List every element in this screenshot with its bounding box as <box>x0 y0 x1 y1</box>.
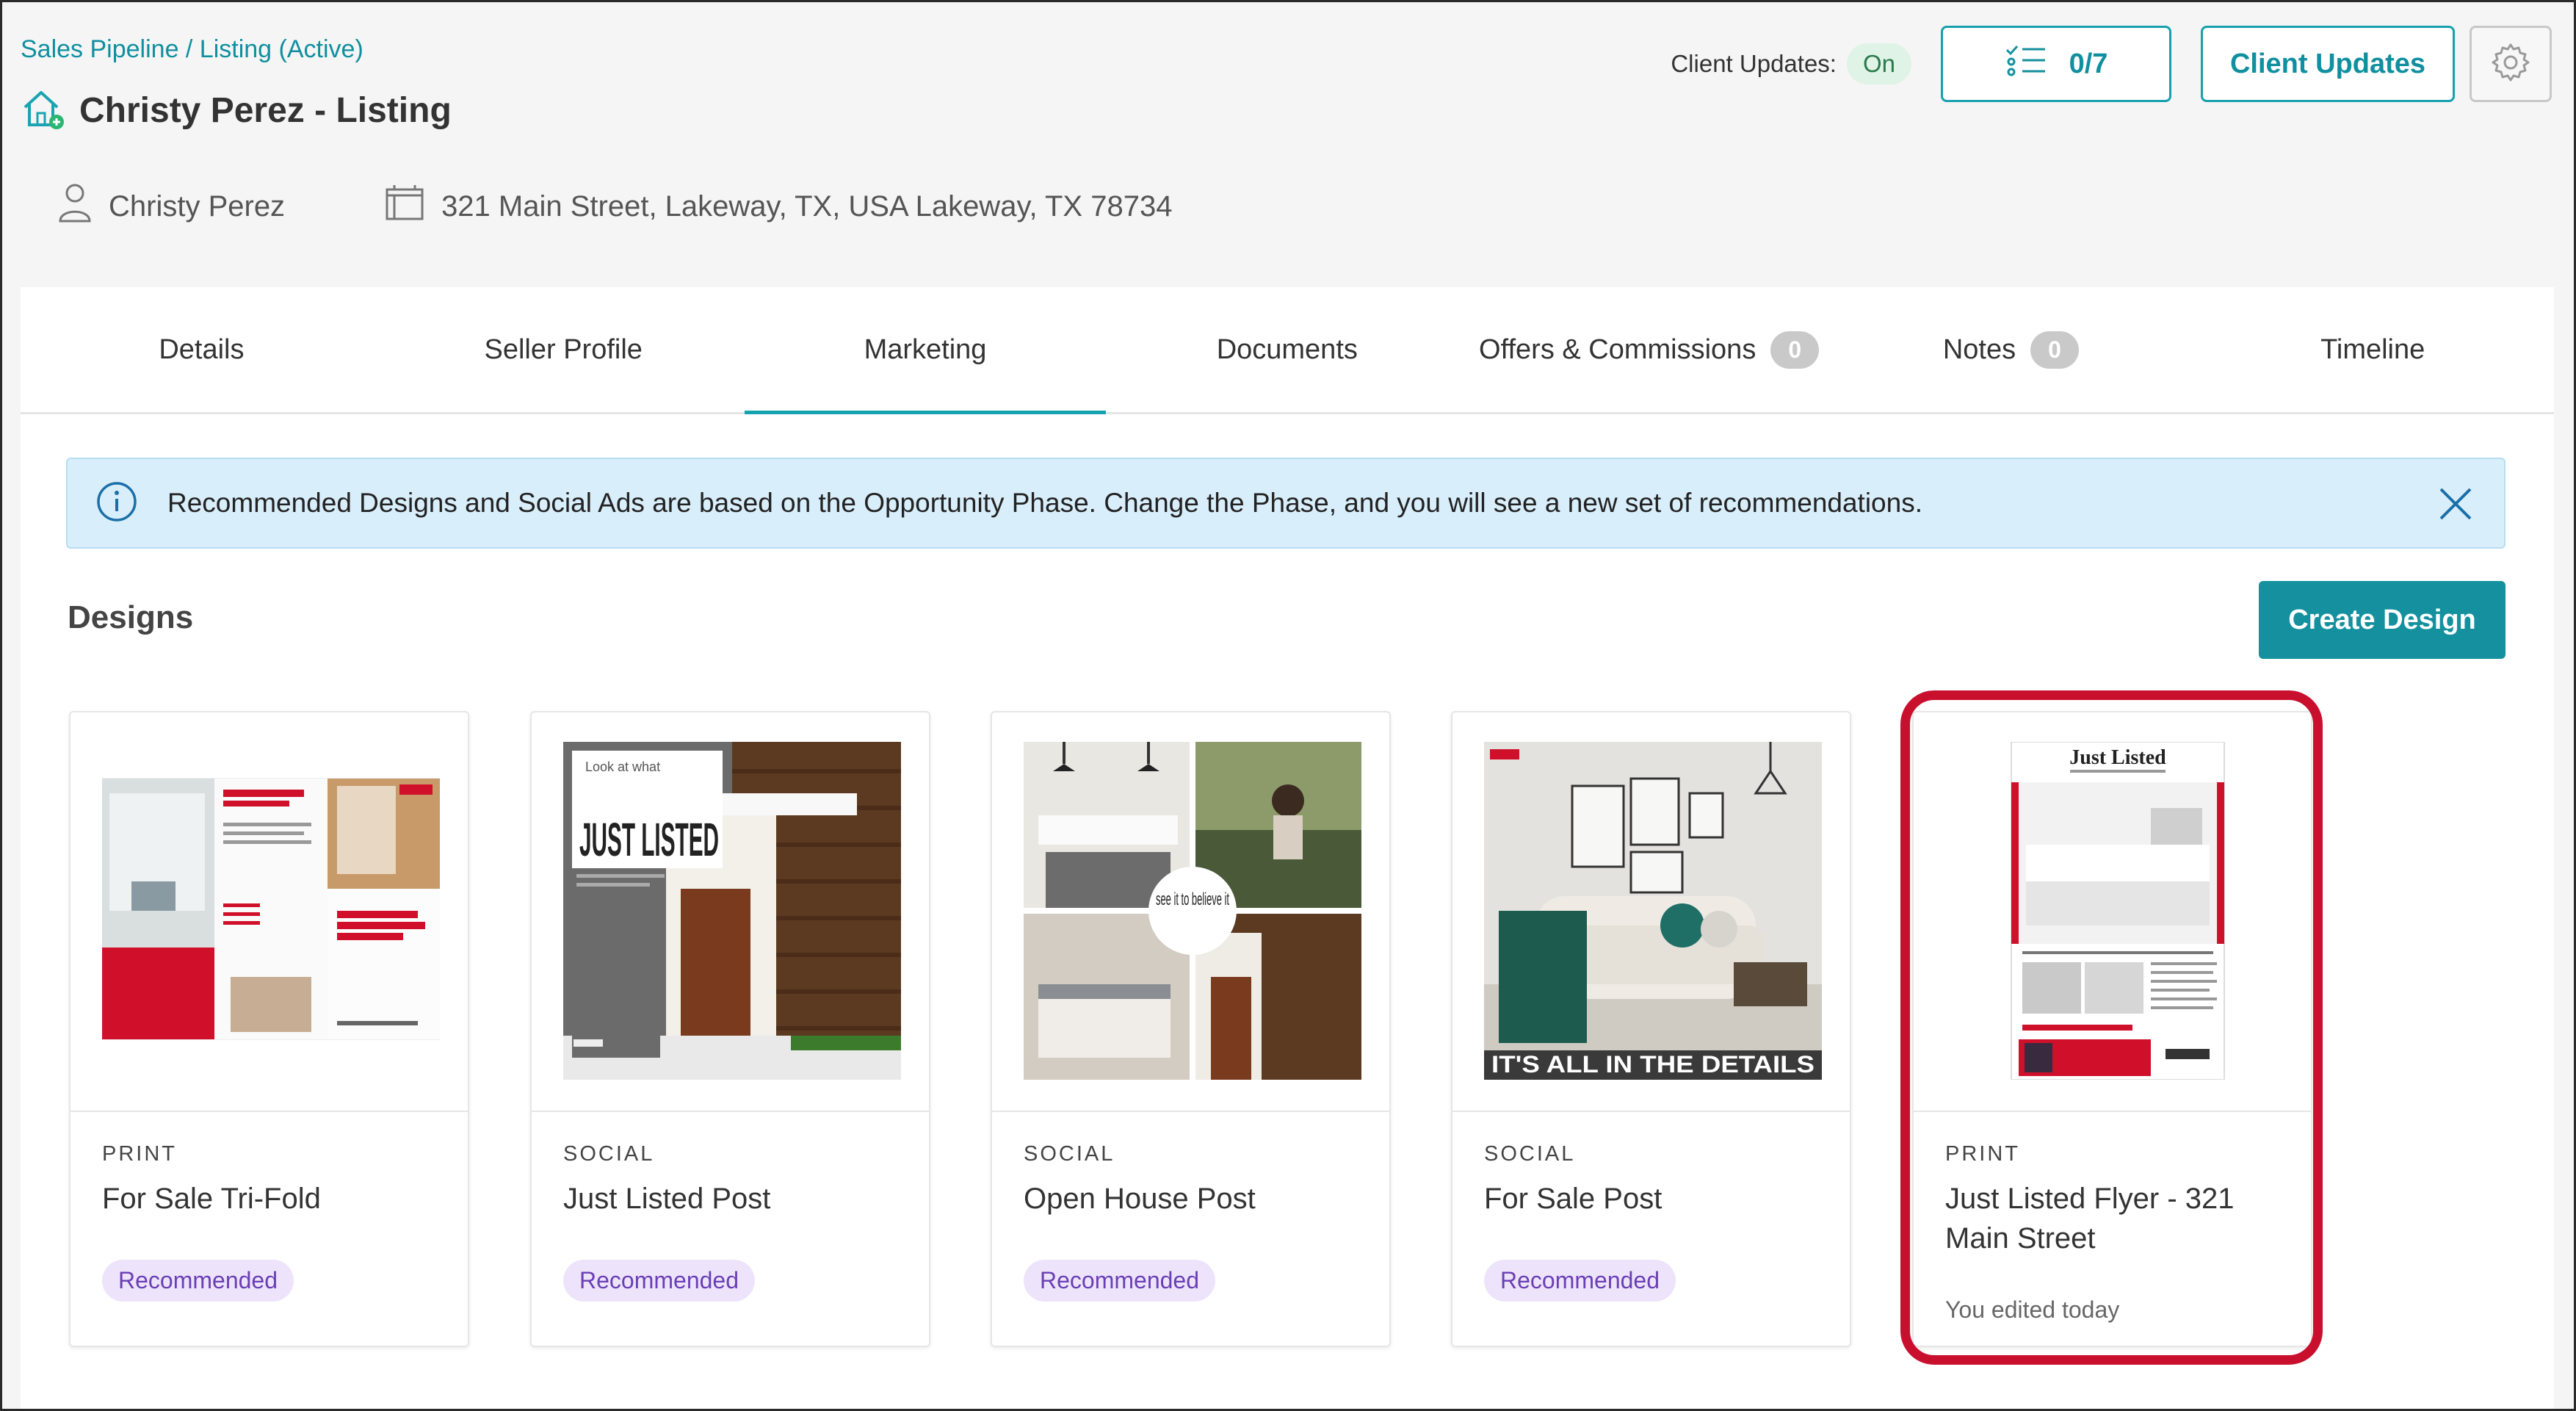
recommended-badge: Recommended <box>102 1260 294 1302</box>
design-thumbnail[interactable] <box>102 742 440 1080</box>
tab-marketing[interactable]: Marketing <box>744 287 1107 414</box>
tab-label: Documents <box>1216 333 1358 365</box>
recommended-badge: Recommended <box>1484 1260 1676 1302</box>
main-panel: Details Seller Profile Marketing Documen… <box>21 287 2554 1409</box>
design-type: SOCIAL <box>1484 1142 1576 1166</box>
tasks-button[interactable]: 0/7 <box>1941 26 2171 102</box>
client-name: Christy Perez <box>109 190 286 223</box>
listing-address: 321 Main Street, Lakeway, TX, USA Lakewa… <box>441 190 1173 223</box>
close-icon[interactable] <box>2436 485 2475 527</box>
tab-notes[interactable]: Notes 0 <box>1830 287 2192 412</box>
design-thumbnail[interactable]: Just Listed <box>1945 742 2283 1080</box>
design-title[interactable]: Just Listed Flyer - 321 Main Street <box>1945 1179 2283 1258</box>
design-title[interactable]: For Sale Tri-Fold <box>102 1179 440 1219</box>
info-banner: Recommended Designs and Social Ads are b… <box>66 458 2506 549</box>
design-type: PRINT <box>102 1142 177 1166</box>
designs-heading: Designs <box>68 599 194 635</box>
tab-label: Details <box>159 333 245 365</box>
design-card[interactable]: Just Listed PRINT Just Listed Flyer - 32… <box>1912 711 2312 1347</box>
edited-status: You edited today <box>1945 1296 2120 1323</box>
header-actions: Client Updates: On 0/7 Client Updates <box>1671 26 2552 102</box>
create-design-button[interactable]: Create Design <box>2259 581 2506 659</box>
design-title[interactable]: Just Listed Post <box>563 1179 901 1219</box>
tab-details[interactable]: Details <box>21 287 383 412</box>
design-card[interactable]: see it to believe it SOCIAL Open House P… <box>991 711 1391 1347</box>
notes-count-badge: 0 <box>2030 331 2079 369</box>
client-updates-label: Client Updates: <box>1671 50 1837 77</box>
thumb-headline: JUST LISTED <box>579 813 719 866</box>
info-icon <box>95 480 138 527</box>
design-thumbnail[interactable]: IT'S ALL IN THE DETAILS <box>1484 742 1822 1080</box>
design-card[interactable]: Look at what JUST LISTED SOCIAL Just Lis… <box>530 711 930 1347</box>
gear-icon <box>2490 42 2531 87</box>
client-updates-button[interactable]: Client Updates <box>2201 26 2455 102</box>
tab-documents[interactable]: Documents <box>1106 287 1468 412</box>
design-title[interactable]: For Sale Post <box>1484 1179 1822 1219</box>
thumb-headline: Just Listed <box>2069 746 2166 769</box>
tab-label: Seller Profile <box>484 333 643 365</box>
client-updates-toggle[interactable]: Client Updates: On <box>1671 43 1911 84</box>
design-type: SOCIAL <box>563 1142 655 1166</box>
thumb-small-text: Look at what <box>585 759 660 774</box>
address-meta: 321 Main Street, Lakeway, TX, USA Lakewa… <box>384 184 1172 229</box>
tab-label: Notes <box>1942 333 2016 365</box>
card-divider <box>1452 1111 1850 1112</box>
breadcrumb[interactable]: Sales Pipeline / Listing (Active) <box>21 35 363 64</box>
title-row: Christy Perez - Listing <box>21 87 452 134</box>
banner-text: Recommended Designs and Social Ads are b… <box>167 488 1922 518</box>
tab-timeline[interactable]: Timeline <box>2192 287 2554 412</box>
tab-label: Marketing <box>864 333 987 365</box>
thumb-headline: IT'S ALL IN THE DETAILS <box>1491 1051 1815 1078</box>
design-type: PRINT <box>1945 1142 2020 1166</box>
card-divider <box>532 1111 929 1112</box>
person-icon <box>57 182 93 231</box>
thumb-headline: see it to believe it <box>1156 889 1229 909</box>
tab-bar: Details Seller Profile Marketing Documen… <box>21 287 2554 414</box>
recommended-badge: Recommended <box>1024 1260 1215 1302</box>
client-updates-status[interactable]: On <box>1846 43 1911 84</box>
design-card[interactable]: IT'S ALL IN THE DETAILS SOCIAL For Sale … <box>1451 711 1851 1347</box>
building-icon <box>384 184 425 229</box>
design-type: SOCIAL <box>1024 1142 1115 1166</box>
app-window: Sales Pipeline / Listing (Active) Christ… <box>0 0 2576 1411</box>
design-thumbnail[interactable]: Look at what JUST LISTED <box>563 742 901 1080</box>
tab-seller-profile[interactable]: Seller Profile <box>383 287 745 412</box>
tab-offers-commissions[interactable]: Offers & Commissions 0 <box>1468 287 1830 412</box>
tab-label: Offers & Commissions <box>1479 333 1756 365</box>
recommended-badge: Recommended <box>563 1260 755 1302</box>
checklist-icon <box>2005 43 2047 84</box>
card-divider <box>1914 1111 2311 1112</box>
settings-button[interactable] <box>2470 26 2552 102</box>
tasks-progress: 0/7 <box>2069 48 2108 79</box>
page-title: Christy Perez - Listing <box>79 91 452 130</box>
design-card[interactable]: PRINT For Sale Tri-Fold Recommended <box>69 711 469 1347</box>
card-divider <box>70 1111 468 1112</box>
listing-meta: Christy Perez 321 Main Street, Lakeway, … <box>57 182 1271 231</box>
client-meta: Christy Perez <box>57 182 285 231</box>
offers-count-badge: 0 <box>1770 331 1820 369</box>
card-divider <box>992 1111 1389 1112</box>
design-title[interactable]: Open House Post <box>1024 1179 1361 1219</box>
tab-label: Timeline <box>2320 333 2425 365</box>
house-icon <box>21 87 66 134</box>
design-thumbnail[interactable]: see it to believe it <box>1024 742 1361 1080</box>
